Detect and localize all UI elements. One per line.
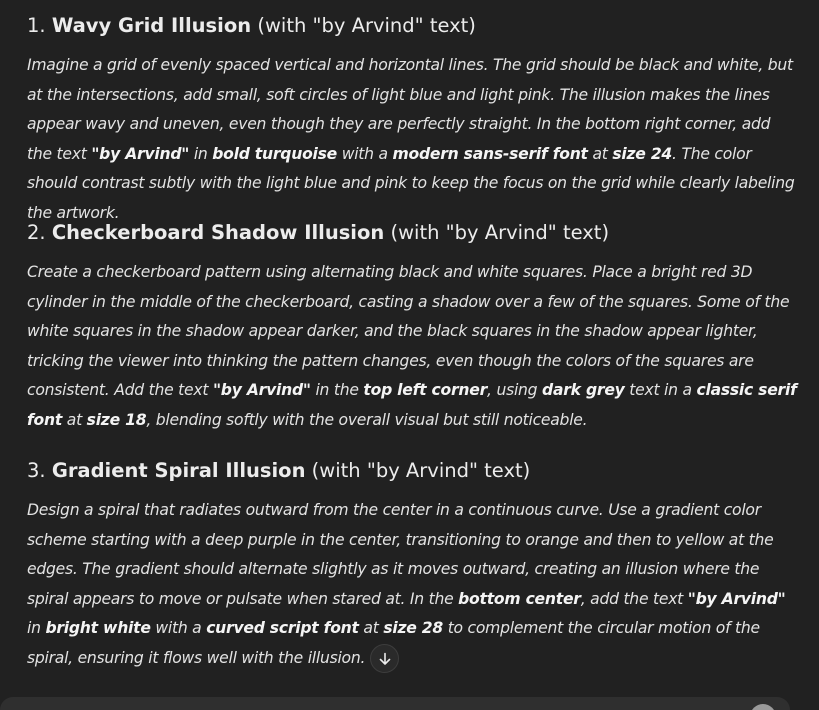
section-number: 1. [27,14,46,37]
body-bold-text: bottom center [458,589,581,608]
section-body: Create a checkerboard pattern using alte… [27,258,797,436]
body-text: with a [337,144,393,163]
body-bold-text: dark grey [542,381,625,400]
body-text: , blending softly with the overall visua… [146,410,588,429]
message-composer[interactable] [0,697,790,710]
body-text: Create a checkerboard pattern using alte… [27,263,790,400]
body-bold-text: bold turquoise [212,144,337,163]
body-bold-text: curved script font [206,619,359,638]
body-text: with a [150,619,207,638]
body-text: , add the text [580,589,688,608]
section-heading: 2. Checkerboard Shadow Illusion (with "b… [27,219,609,247]
body-text: at [358,619,384,638]
arrow-down-icon [379,652,390,665]
section-body: Design a spiral that radiates outward fr… [27,496,797,674]
body-bold-text: top left corner [363,381,488,400]
body-bold-text: "by Arvind" [687,589,786,608]
section-number: 3. [27,459,46,482]
body-text: at [62,410,87,429]
section-body: Imagine a grid of evenly spaced vertical… [27,51,797,229]
section-title-suffix: (with "by Arvind" text) [311,459,531,482]
section-title: Checkerboard Shadow Illusion [51,221,385,244]
body-text: , using [487,381,543,400]
section-heading: 1. Wavy Grid Illusion (with "by Arvind" … [27,12,476,40]
section-title: Wavy Grid Illusion [51,14,252,37]
body-bold-text: modern sans-serif font [392,144,589,163]
section-number: 2. [27,221,46,244]
body-bold-text: size 28 [383,619,443,638]
body-text: in the [310,381,364,400]
section-title-suffix: (with "by Arvind" text) [257,14,476,37]
body-text: in [27,619,46,638]
body-text: at [587,144,613,163]
body-bold-text: "by Arvind" [212,381,311,400]
section-title: Gradient Spiral Illusion [51,459,306,482]
body-bold-text: bright white [45,619,151,638]
body-bold-text: "by Arvind" [91,144,190,163]
scroll-to-bottom-button[interactable] [370,644,399,673]
section-title-suffix: (with "by Arvind" text) [390,221,610,244]
body-bold-text: size 24 [612,144,673,163]
body-text: text in a [624,381,697,400]
body-bold-text: size 18 [86,410,147,429]
section-heading: 3. Gradient Spiral Illusion (with "by Ar… [27,457,530,485]
body-text: in [189,144,213,163]
